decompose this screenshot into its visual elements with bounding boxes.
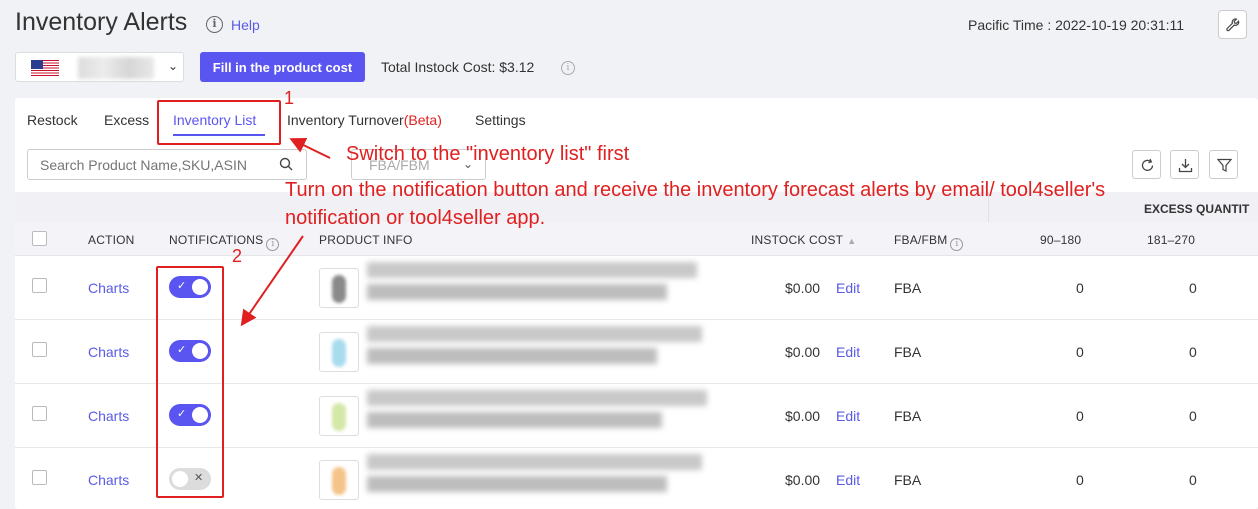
sort-icon[interactable]: ▲ — [847, 236, 856, 246]
annotation-number-2: 2 — [232, 246, 243, 266]
pacific-time: Pacific Time : 2022-10-19 20:31:11 — [968, 17, 1185, 33]
annotation-box-inventory-list — [157, 100, 281, 145]
col-label: INSTOCK COST — [751, 233, 844, 247]
blurred-store-name — [78, 57, 154, 79]
download-button[interactable] — [1170, 150, 1199, 179]
filter-icon — [1217, 158, 1232, 172]
blurred-product-info — [367, 262, 707, 312]
fill-product-cost-button[interactable]: Fill in the product cost — [200, 52, 365, 82]
col-label: NOTIFICATIONS — [169, 233, 264, 247]
product-thumbnail[interactable] — [319, 396, 359, 436]
search-input[interactable] — [27, 149, 307, 180]
instock-cost: $0.00 — [785, 408, 821, 424]
tab-settings[interactable]: Settings — [475, 112, 526, 128]
total-instock-cost: Total Instock Cost: $3.12 — [381, 59, 535, 75]
excess-90-180: 0 — [1076, 472, 1084, 488]
col-label: FBA/FBM — [894, 233, 948, 247]
tab-inventory-turnover[interactable]: Inventory Turnover(Beta) — [287, 112, 442, 128]
edit-cost-link[interactable]: Edit — [836, 280, 860, 296]
info-icon[interactable]: i — [266, 238, 280, 251]
info-icon[interactable]: i — [206, 16, 223, 33]
product-image — [332, 467, 346, 495]
charts-link[interactable]: Charts — [88, 344, 129, 360]
annotation-text-step2-line1: Turn on the notification button and rece… — [285, 179, 1106, 201]
excess-181-270: 0 — [1189, 344, 1197, 360]
row-checkbox[interactable] — [32, 342, 47, 357]
marketplace-select[interactable]: ⌄ — [15, 52, 184, 82]
row-checkbox[interactable] — [32, 470, 47, 485]
excess-90-180: 0 — [1076, 280, 1084, 296]
annotation-box-notifications — [156, 266, 224, 498]
excess-quantity-header: EXCESS QUANTIT — [1144, 202, 1250, 216]
col-instock-cost[interactable]: INSTOCK COST ▲ — [751, 233, 856, 247]
product-image — [332, 339, 346, 367]
edit-cost-link[interactable]: Edit — [836, 408, 860, 424]
tab-label: Inventory Turnover — [287, 112, 404, 128]
blurred-product-info — [367, 326, 707, 376]
refresh-button[interactable] — [1132, 150, 1161, 179]
col-90-180: 90–180 — [1040, 233, 1082, 247]
product-image — [332, 275, 346, 303]
fulfillment-type: FBA — [894, 280, 922, 296]
charts-link[interactable]: Charts — [88, 472, 129, 488]
col-fba-fbm: FBA/FBM i — [894, 233, 964, 251]
excess-181-270: 0 — [1189, 280, 1197, 296]
search-icon[interactable] — [279, 157, 293, 171]
annotation-text-step2-line2: notification or tool4seller app. — [285, 207, 546, 229]
excess-181-270: 0 — [1189, 472, 1197, 488]
charts-link[interactable]: Charts — [88, 280, 129, 296]
instock-cost: $0.00 — [785, 280, 821, 296]
charts-link[interactable]: Charts — [88, 408, 129, 424]
product-thumbnail[interactable] — [319, 332, 359, 372]
fulfillment-type: FBA — [894, 408, 922, 424]
excess-90-180: 0 — [1076, 344, 1084, 360]
annotation-number-1: 1 — [284, 88, 295, 108]
fulfillment-type: FBA — [894, 344, 922, 360]
col-181-270: 181–270 — [1147, 233, 1196, 247]
page-title: Inventory Alerts — [15, 8, 188, 36]
tab-restock[interactable]: Restock — [27, 112, 78, 128]
download-icon — [1178, 159, 1193, 173]
help-link[interactable]: Help — [231, 17, 260, 33]
beta-badge: (Beta) — [403, 112, 442, 128]
wrench-icon — [1226, 18, 1240, 32]
col-notifications: NOTIFICATIONS i — [169, 233, 280, 251]
edit-cost-link[interactable]: Edit — [836, 472, 860, 488]
excess-181-270: 0 — [1189, 408, 1197, 424]
blurred-product-info — [367, 390, 707, 440]
excess-90-180: 0 — [1076, 408, 1084, 424]
select-all-checkbox[interactable] — [32, 231, 47, 246]
tab-excess[interactable]: Excess — [104, 112, 149, 128]
filter-button[interactable] — [1209, 150, 1238, 179]
row-checkbox[interactable] — [32, 278, 47, 293]
chevron-down-icon: ⌄ — [168, 59, 179, 73]
us-flag-icon — [31, 60, 59, 76]
wrench-settings-button[interactable] — [1218, 10, 1247, 39]
instock-cost: $0.00 — [785, 472, 821, 488]
col-action: ACTION — [88, 233, 135, 247]
info-icon[interactable]: i — [561, 61, 575, 75]
product-thumbnail[interactable] — [319, 268, 359, 308]
fulfillment-type: FBA — [894, 472, 922, 488]
product-thumbnail[interactable] — [319, 460, 359, 500]
annotation-text-step1: Switch to the "inventory list" first — [346, 143, 630, 165]
col-product-info: PRODUCT INFO — [319, 233, 413, 247]
refresh-icon — [1141, 158, 1154, 171]
instock-cost: $0.00 — [785, 344, 821, 360]
blurred-product-info — [367, 454, 707, 504]
row-checkbox[interactable] — [32, 406, 47, 421]
edit-cost-link[interactable]: Edit — [836, 344, 860, 360]
product-image — [332, 403, 346, 431]
info-icon[interactable]: i — [950, 238, 964, 251]
